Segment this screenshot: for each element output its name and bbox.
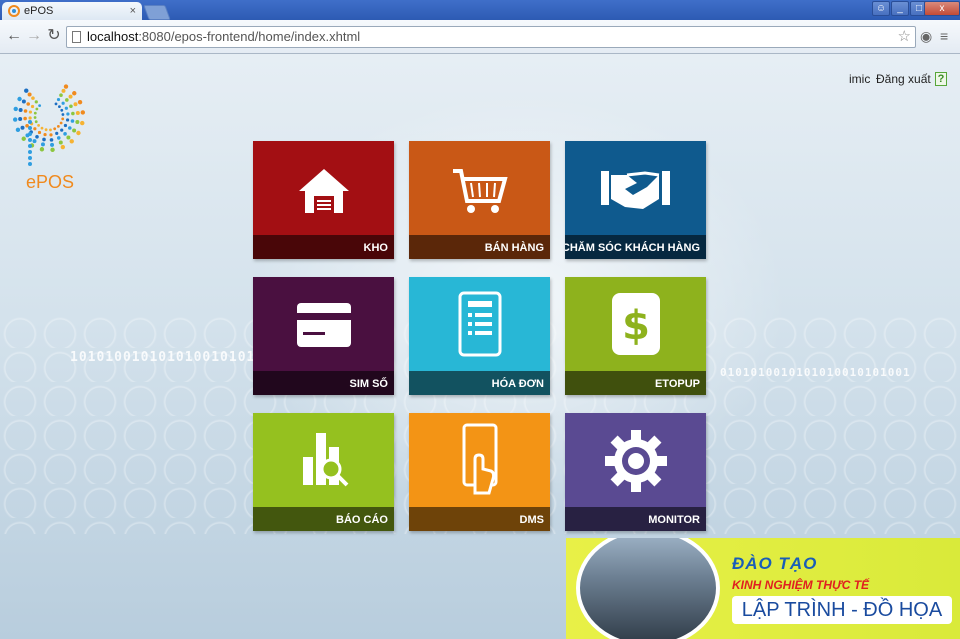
sim-card-icon: [297, 303, 351, 347]
dollar-icon: $: [612, 293, 660, 355]
tile-label: BÁO CÁO: [336, 514, 388, 526]
tile-bao-cao[interactable]: BÁO CÁO: [253, 413, 394, 531]
shopping-cart-icon: [453, 169, 508, 213]
page-icon: [72, 31, 81, 43]
tile-cham-soc-khach-hang[interactable]: CHĂM SÓC KHÁCH HÀNG: [565, 141, 706, 259]
forward-arrow-icon[interactable]: →: [24, 26, 44, 46]
menu-icon[interactable]: ≡: [940, 26, 948, 46]
tile-label: BÁN HÀNG: [484, 242, 544, 254]
background-binary-decor-right: 0101010010101010010101001: [720, 366, 911, 379]
mobile-touch-icon: [462, 423, 498, 495]
warehouse-icon: [299, 169, 349, 213]
close-window-button[interactable]: x: [924, 1, 960, 16]
browser-tab[interactable]: ePOS ×: [2, 2, 142, 20]
minimize-button[interactable]: _: [891, 1, 909, 16]
training-ad-banner[interactable]: ĐÀO TẠO KINH NGHIỆM THỰC TẾ LẬP TRÌNH - …: [566, 538, 960, 639]
tile-label: MONITOR: [648, 514, 700, 526]
tile-ban-hang[interactable]: BÁN HÀNG: [409, 141, 550, 259]
tab-title: ePOS: [24, 5, 54, 17]
browser-toolbar: ← → ↻ localhost:8080/epos-frontend/home/…: [0, 20, 960, 54]
back-arrow-icon[interactable]: ←: [4, 26, 24, 46]
gear-icon: [605, 430, 667, 492]
epos-favicon-icon: [8, 5, 20, 17]
tile-hoa-don[interactable]: HÓA ĐƠN: [409, 277, 550, 395]
ad-headline: ĐÀO TẠO: [732, 554, 818, 573]
ad-subheadline: KINH NGHIỆM THỰC TẾ: [732, 578, 870, 592]
invoice-icon: [458, 291, 502, 357]
username: imic: [849, 72, 871, 86]
address-bar[interactable]: localhost:8080/epos-frontend/home/index.…: [66, 26, 916, 48]
tile-label: SIM SỐ: [349, 378, 388, 390]
report-chart-icon: [303, 433, 349, 487]
background-binary-decor: 1010100101010100101010: [70, 350, 265, 365]
logout-link[interactable]: Đăng xuất: [876, 72, 931, 86]
reload-icon[interactable]: ↻: [44, 26, 64, 46]
tile-dms[interactable]: DMS: [409, 413, 550, 531]
extension-globe-icon[interactable]: ◉: [920, 26, 932, 46]
handshake-icon: [601, 171, 670, 209]
tile-label: DMS: [519, 514, 544, 526]
new-tab-button[interactable]: [143, 5, 171, 20]
svg-text:$: $: [622, 303, 650, 349]
epos-logo-icon[interactable]: [8, 66, 90, 178]
page-content: 1010100101010100101010 01010100101010100…: [0, 54, 960, 639]
tab-close-icon[interactable]: ×: [130, 2, 136, 20]
tile-label: CHĂM SÓC KHÁCH HÀNG: [565, 242, 700, 254]
bookmark-star-icon[interactable]: ☆: [898, 27, 911, 47]
tile-label: HÓA ĐƠN: [491, 378, 544, 390]
tile-etopup[interactable]: $ ETOPUP: [565, 277, 706, 395]
tile-kho[interactable]: KHO: [253, 141, 394, 259]
tile-monitor[interactable]: MONITOR: [565, 413, 706, 531]
address-url[interactable]: localhost:8080/epos-frontend/home/index.…: [87, 27, 360, 47]
tile-label: KHO: [363, 242, 388, 254]
help-icon[interactable]: ?: [935, 72, 947, 86]
ad-tagline: LẬP TRÌNH - ĐỒ HỌA: [732, 596, 952, 624]
classroom-photo: [576, 538, 720, 639]
browser-tabstrip: ePOS × ☺ _ □ x: [0, 0, 960, 20]
logo-text[interactable]: ePOS: [26, 172, 74, 193]
tile-sim-so[interactable]: SIM SỐ: [253, 277, 394, 395]
user-profile-icon[interactable]: ☺: [872, 1, 890, 16]
tile-label: ETOPUP: [654, 378, 700, 390]
